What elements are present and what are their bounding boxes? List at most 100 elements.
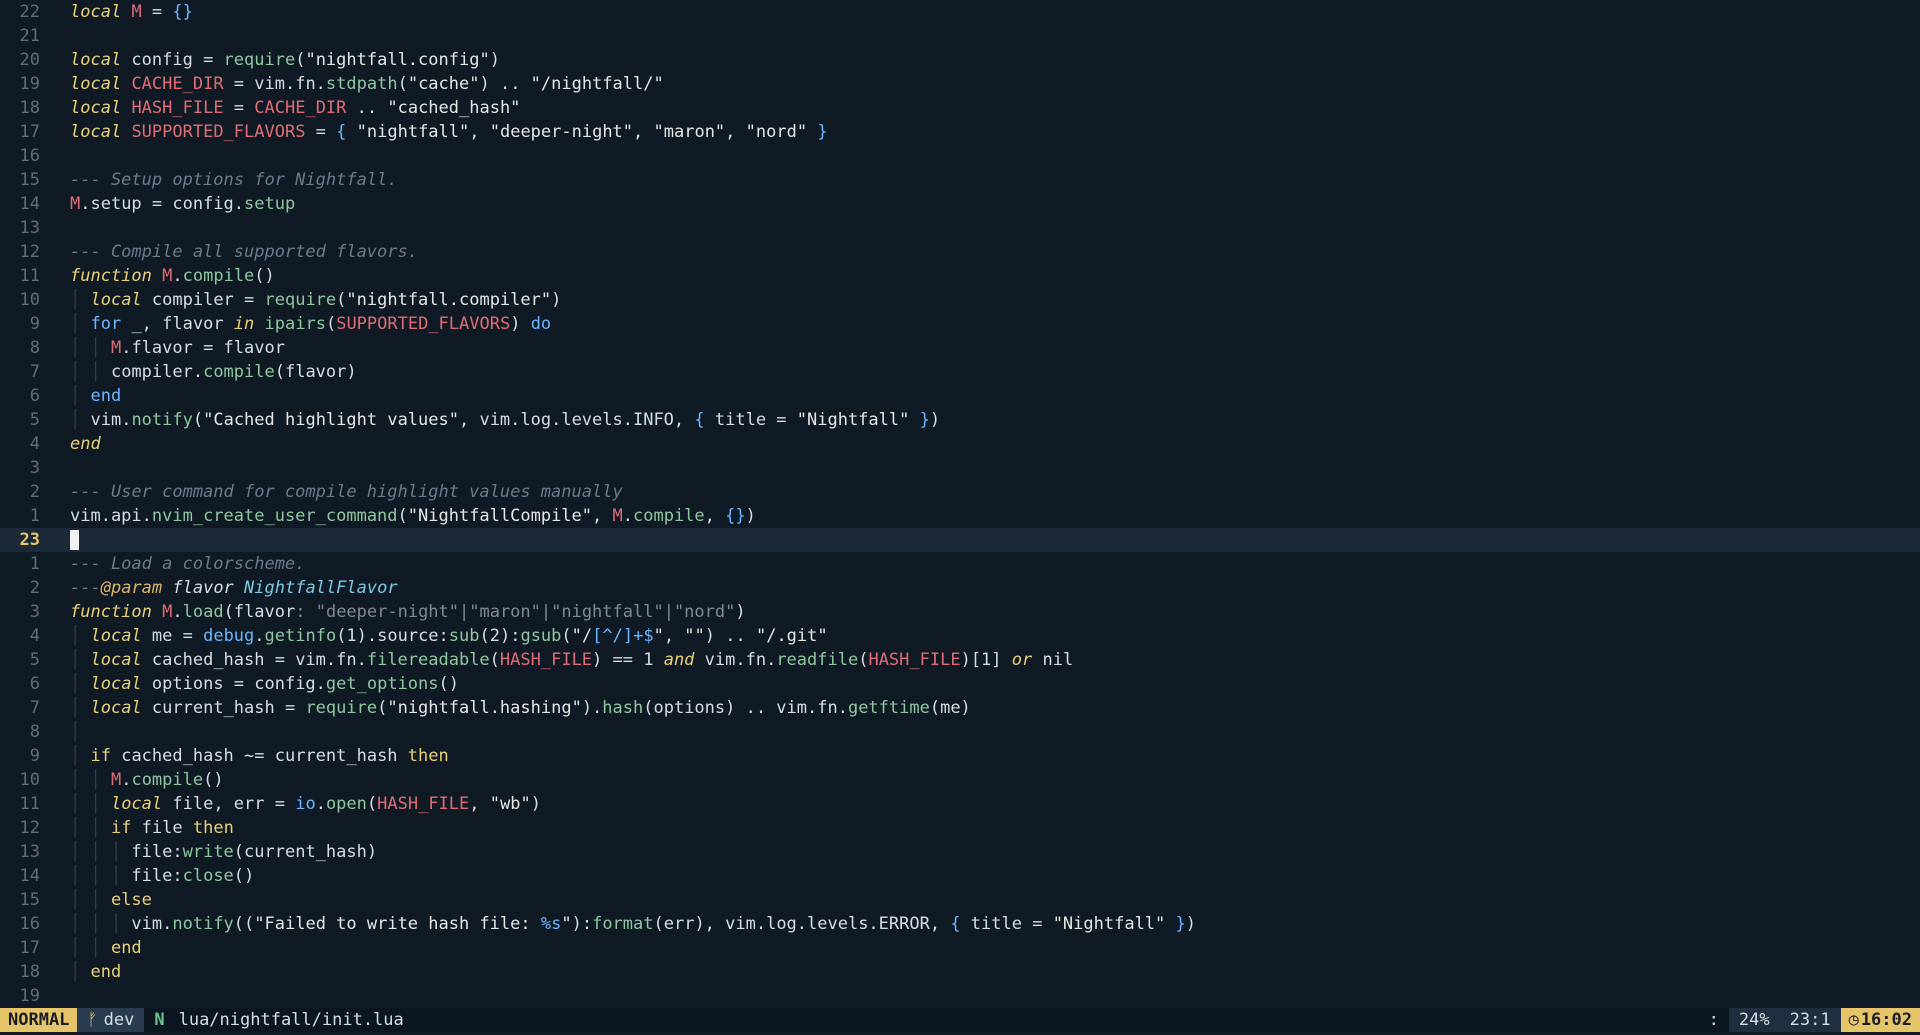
code-line[interactable]: 21 xyxy=(0,24,1920,48)
code-line[interactable]: 16 xyxy=(0,144,1920,168)
line-code: end xyxy=(70,434,101,454)
code-line[interactable]: 20 local config = require("nightfall.conf… xyxy=(0,48,1920,72)
code-line[interactable]: 12 │ │ if file then xyxy=(0,816,1920,840)
code-token: notify xyxy=(131,410,193,430)
line-number: 14 xyxy=(19,194,40,214)
code-token: function xyxy=(70,602,152,622)
code-line[interactable]: 7 │ local current_hash = require("nightfa… xyxy=(0,696,1920,720)
code-line[interactable]: 13 │ │ │ file:write(current_hash) xyxy=(0,840,1920,864)
code-line[interactable]: 10 │ local compiler = require("nightfall.… xyxy=(0,288,1920,312)
code-token: "Nightfall" xyxy=(1052,914,1166,934)
code-line[interactable]: 4 end xyxy=(0,432,1920,456)
code-token: , xyxy=(725,122,746,142)
code-line[interactable]: 10 │ │ M.compile() xyxy=(0,768,1920,792)
code-line[interactable]: 1 --- Load a colorscheme. xyxy=(0,552,1920,576)
code-line[interactable]: 13 xyxy=(0,216,1920,240)
code-token: {} xyxy=(725,506,746,526)
code-token: ( xyxy=(561,626,572,646)
code-token: . xyxy=(121,770,132,790)
code-line[interactable]: 11 function M.compile() xyxy=(0,264,1920,288)
command-indicator: : xyxy=(1708,1010,1719,1030)
code-line[interactable]: 17 local SUPPORTED_FLAVORS = { "nightfall… xyxy=(0,120,1920,144)
line-number: 7 xyxy=(29,698,40,718)
code-token: "cached_hash" xyxy=(387,98,521,118)
line-code: M.setup = config.setup xyxy=(70,194,295,214)
code-token: vim.api. xyxy=(70,506,152,526)
code-line[interactable]: 18 │ end xyxy=(0,960,1920,984)
code-token: --- Load a colorscheme. xyxy=(70,554,306,574)
code-token: compile xyxy=(203,362,275,382)
code-token: compiler = xyxy=(141,290,265,310)
line-code: │ │ │ file:write(current_hash) xyxy=(70,842,377,862)
code-line[interactable]: 3 xyxy=(0,456,1920,480)
line-code: local SUPPORTED_FLAVORS = { "nightfall",… xyxy=(70,122,828,142)
code-token: require xyxy=(223,50,296,70)
code-line[interactable]: 6 │ local options = config.get_options() xyxy=(0,672,1920,696)
code-token: nvim_create_user_command xyxy=(151,506,398,526)
file-info[interactable]: Nlua/nightfall/init.lua xyxy=(144,1008,411,1032)
code-line[interactable]: 17 │ │ end xyxy=(0,936,1920,960)
editor-buffer[interactable]: 22 local M = {} 21 20 local config = require… xyxy=(0,0,1920,1008)
line-number: 18 xyxy=(19,962,40,982)
code-line[interactable]: 6 │ end xyxy=(0,384,1920,408)
code-line[interactable]: 8 │ xyxy=(0,720,1920,744)
code-line[interactable]: 1 vim.api.nvim_create_user_command("Night… xyxy=(0,504,1920,528)
branch-name: dev xyxy=(103,1010,135,1030)
code-line[interactable]: 9 │ for _, flavor in ipairs(SUPPORTED_FLA… xyxy=(0,312,1920,336)
code-token: local xyxy=(70,122,122,142)
code-line[interactable]: 8 │ │ M.flavor = flavor xyxy=(0,336,1920,360)
code-token: ) xyxy=(735,602,746,622)
code-line[interactable]: 2 --- User command for compile highlight … xyxy=(0,480,1920,504)
code-line[interactable]: 7 │ │ compiler.compile(flavor) xyxy=(0,360,1920,384)
code-token: │ │ xyxy=(70,890,111,910)
line-number: 3 xyxy=(29,458,40,478)
code-line[interactable]: 22 local M = {} xyxy=(0,0,1920,24)
line-code: --- Load a colorscheme. xyxy=(70,554,305,574)
line-code xyxy=(70,530,79,550)
code-line[interactable]: 15 --- Setup options for Nightfall. xyxy=(0,168,1920,192)
code-token: NightfallFlavor xyxy=(244,578,398,598)
line-code: local HASH_FILE = CACHE_DIR .. "cached_h… xyxy=(70,98,520,118)
code-line[interactable]: 3 function M.load(flavor: "deeper-night"|… xyxy=(0,600,1920,624)
code-line[interactable]: 15 │ │ else xyxy=(0,888,1920,912)
mode-indicator: NORMAL xyxy=(0,1008,78,1032)
code-token: in xyxy=(233,314,255,334)
code-token: write xyxy=(182,842,234,862)
code-line[interactable]: 14 │ │ │ file:close() xyxy=(0,864,1920,888)
line-number: 2 xyxy=(29,482,40,502)
code-line[interactable]: 19 xyxy=(0,984,1920,1008)
code-token: ) xyxy=(745,506,756,526)
code-line[interactable]: 19 local CACHE_DIR = vim.fn.stdpath("cach… xyxy=(0,72,1920,96)
code-line[interactable]: 9 │ if cached_hash ~= current_hash then xyxy=(0,744,1920,768)
line-code: │ │ │ file:close() xyxy=(70,866,254,886)
git-branch[interactable]: ᚠ dev xyxy=(77,1008,145,1032)
code-token: open xyxy=(325,794,367,814)
code-token: { xyxy=(694,410,705,430)
line-number: 1 xyxy=(29,506,40,526)
code-line[interactable]: 2 ---@param flavor NightfallFlavor xyxy=(0,576,1920,600)
line-number: 15 xyxy=(19,170,40,190)
code-line[interactable]: 5 │ vim.notify("Cached highlight values",… xyxy=(0,408,1920,432)
line-number: 1 xyxy=(29,554,40,574)
code-line[interactable]: 11 │ │ local file, err = io.open(HASH_FIL… xyxy=(0,792,1920,816)
code-line[interactable]: 18 local HASH_FILE = CACHE_DIR .. "cached… xyxy=(0,96,1920,120)
code-token: HASH_FILE xyxy=(377,794,470,814)
code-token: SUPPORTED_FLAVORS xyxy=(336,314,511,334)
code-line[interactable]: 4 │ local me = debug.getinfo(1).source:su… xyxy=(0,624,1920,648)
line-number: 4 xyxy=(29,434,40,454)
code-token: ) xyxy=(530,794,541,814)
code-token: stdpath xyxy=(325,74,398,94)
line-code: │ │ M.compile() xyxy=(70,770,224,790)
code-line[interactable]: 12 --- Compile all supported flavors. xyxy=(0,240,1920,264)
line-code: --- User command for compile highlight v… xyxy=(70,482,623,502)
code-line[interactable]: 16 │ │ │ vim.notify(("Failed to write has… xyxy=(0,912,1920,936)
code-line[interactable]: 5 │ local cached_hash = vim.fn.filereadab… xyxy=(0,648,1920,672)
code-token: │ │ xyxy=(70,818,111,838)
current-line[interactable]: 23 xyxy=(0,528,1920,552)
line-code: │ │ compiler.compile(flavor) xyxy=(70,362,357,382)
code-line[interactable]: 14 M.setup = config.setup xyxy=(0,192,1920,216)
line-code: ---@param flavor NightfallFlavor xyxy=(70,578,398,598)
code-token: require xyxy=(305,698,378,718)
code-token: . xyxy=(172,602,183,622)
